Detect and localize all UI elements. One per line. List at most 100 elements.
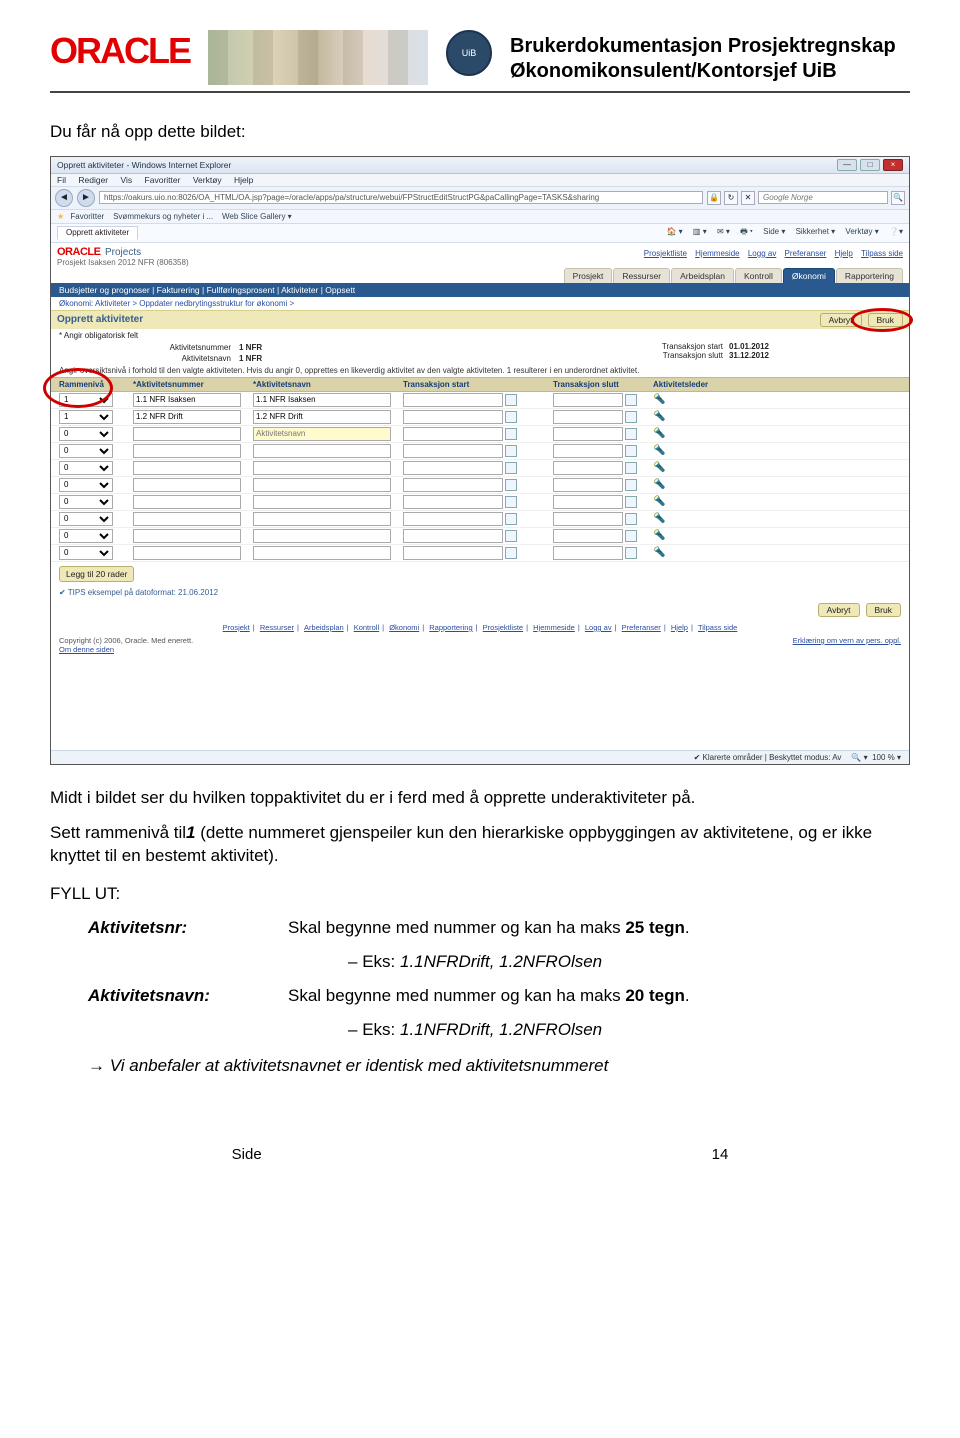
search-go-icon[interactable]: 🔍	[891, 191, 905, 205]
aktivitetsnavn-input[interactable]	[253, 393, 391, 407]
add-rows-button[interactable]: Legg til 20 rader	[59, 566, 134, 582]
aktivitetsnummer-input[interactable]	[133, 546, 241, 560]
close-button[interactable]: ×	[883, 159, 903, 171]
aktivitetsnavn-input[interactable]	[253, 461, 391, 475]
fl-1[interactable]: Ressurser	[260, 623, 294, 632]
calendar-icon[interactable]	[505, 547, 517, 559]
privacy-link[interactable]: Erklæring om vern av pers. oppl.	[793, 636, 901, 654]
tab-ressurser[interactable]: Ressurser	[613, 268, 670, 283]
ie-side[interactable]: Side	[763, 227, 779, 236]
rammeniva-select[interactable]: 0	[59, 495, 113, 509]
tab-arbeidsplan[interactable]: Arbeidsplan	[671, 268, 734, 283]
lookup-icon[interactable]: 🔦	[653, 496, 665, 507]
home-icon[interactable]: 🏠 ▾	[666, 227, 682, 236]
ie-menubar[interactable]: Fil Rediger Vis Favoritter Verktøy Hjelp	[51, 174, 909, 187]
aktivitetsnummer-input[interactable]	[133, 410, 241, 424]
calendar-icon[interactable]	[625, 547, 637, 559]
forward-button[interactable]: ►	[77, 189, 95, 207]
calendar-icon[interactable]	[625, 445, 637, 457]
link-hjelp[interactable]: Hjelp	[835, 249, 853, 258]
calendar-icon[interactable]	[505, 496, 517, 508]
fav-item-1[interactable]: Svømmekurs og nyheter i ...	[113, 212, 213, 221]
apply-button-bottom[interactable]: Bruk	[866, 603, 901, 617]
tstart-input[interactable]	[403, 427, 503, 441]
fl-7[interactable]: Hjemmeside	[533, 623, 575, 632]
rammeniva-select[interactable]: 0	[59, 427, 113, 441]
fl-9[interactable]: Preferanser	[622, 623, 661, 632]
tslutt-input[interactable]	[553, 529, 623, 543]
calendar-icon[interactable]	[625, 496, 637, 508]
print-icon[interactable]: 🖶 ▾	[740, 227, 753, 236]
calendar-icon[interactable]	[625, 462, 637, 474]
calendar-icon[interactable]	[625, 394, 637, 406]
menu-hjelp[interactable]: Hjelp	[234, 175, 253, 185]
aktivitetsnavn-input[interactable]	[253, 546, 391, 560]
tslutt-input[interactable]	[553, 495, 623, 509]
aktivitetsnummer-input[interactable]	[133, 427, 241, 441]
tstart-input[interactable]	[403, 546, 503, 560]
back-button[interactable]: ◄	[55, 189, 73, 207]
lookup-icon[interactable]: 🔦	[653, 445, 665, 456]
menu-rediger[interactable]: Rediger	[78, 175, 108, 185]
refresh-icon[interactable]: ↻	[724, 191, 738, 205]
rammeniva-select[interactable]: 0	[59, 512, 113, 526]
sub-nav[interactable]: Budsjetter og prognoser | Fakturering | …	[51, 283, 909, 297]
tstart-input[interactable]	[403, 461, 503, 475]
rammeniva-select[interactable]: 1	[59, 410, 113, 424]
menu-favoritter[interactable]: Favoritter	[145, 175, 181, 185]
tstart-input[interactable]	[403, 478, 503, 492]
cancel-button-bottom[interactable]: Avbryt	[818, 603, 860, 617]
menu-fil[interactable]: Fil	[57, 175, 66, 185]
tslutt-input[interactable]	[553, 546, 623, 560]
aktivitetsnummer-input[interactable]	[133, 512, 241, 526]
tslutt-input[interactable]	[553, 393, 623, 407]
tstart-input[interactable]	[403, 512, 503, 526]
link-tilpass[interactable]: Tilpass side	[861, 249, 903, 258]
aktivitetsnavn-input[interactable]	[253, 410, 391, 424]
aktivitetsnavn-input[interactable]	[253, 427, 391, 441]
tslutt-input[interactable]	[553, 444, 623, 458]
lookup-icon[interactable]: 🔦	[653, 411, 665, 422]
aktivitetsnavn-input[interactable]	[253, 478, 391, 492]
calendar-icon[interactable]	[625, 479, 637, 491]
tab-rapportering[interactable]: Rapportering	[836, 268, 903, 283]
tstart-input[interactable]	[403, 444, 503, 458]
aktivitetsnummer-input[interactable]	[133, 444, 241, 458]
calendar-icon[interactable]	[505, 428, 517, 440]
tslutt-input[interactable]	[553, 461, 623, 475]
lookup-icon[interactable]: 🔦	[653, 428, 665, 439]
calendar-icon[interactable]	[505, 411, 517, 423]
tstart-input[interactable]	[403, 410, 503, 424]
tslutt-input[interactable]	[553, 427, 623, 441]
tab-okonomi[interactable]: Økonomi	[783, 268, 835, 283]
calendar-icon[interactable]	[625, 530, 637, 542]
tstart-input[interactable]	[403, 495, 503, 509]
calendar-icon[interactable]	[505, 530, 517, 542]
calendar-icon[interactable]	[505, 462, 517, 474]
tslutt-input[interactable]	[553, 410, 623, 424]
fl-8[interactable]: Logg av	[585, 623, 612, 632]
calendar-icon[interactable]	[625, 411, 637, 423]
menu-verktoy[interactable]: Verktøy	[193, 175, 222, 185]
tstart-input[interactable]	[403, 529, 503, 543]
fl-3[interactable]: Kontroll	[354, 623, 379, 632]
lookup-icon[interactable]: 🔦	[653, 394, 665, 405]
fl-2[interactable]: Arbeidsplan	[304, 623, 344, 632]
calendar-icon[interactable]	[505, 394, 517, 406]
fl-4[interactable]: Økonomi	[389, 623, 419, 632]
tab-prosjekt[interactable]: Prosjekt	[564, 268, 613, 283]
maximize-button[interactable]: □	[860, 159, 880, 171]
aktivitetsnavn-input[interactable]	[253, 444, 391, 458]
calendar-icon[interactable]	[505, 445, 517, 457]
lookup-icon[interactable]: 🔦	[653, 513, 665, 524]
browser-tab[interactable]: Opprett aktiviteter	[57, 226, 138, 240]
rammeniva-select[interactable]: 0	[59, 461, 113, 475]
star-icon[interactable]: ★	[57, 212, 64, 221]
aktivitetsnavn-input[interactable]	[253, 512, 391, 526]
rammeniva-select[interactable]: 0	[59, 546, 113, 560]
feed-icon[interactable]: ▥ ▾	[693, 227, 707, 236]
app-breadcrumb[interactable]: Økonomi: Aktiviteter > Oppdater nedbryti…	[51, 297, 909, 310]
fl-10[interactable]: Hjelp	[671, 623, 688, 632]
tslutt-input[interactable]	[553, 512, 623, 526]
lookup-icon[interactable]: 🔦	[653, 530, 665, 541]
